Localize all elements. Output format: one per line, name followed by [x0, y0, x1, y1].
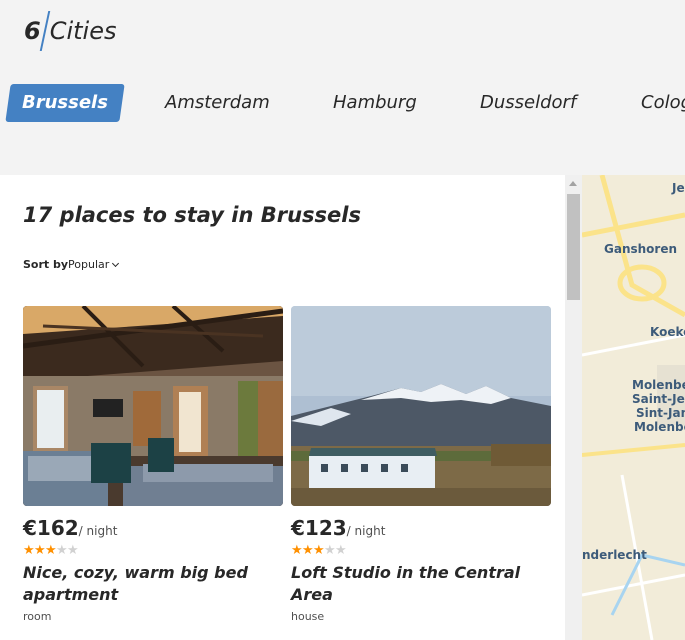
- star-icon: ★: [291, 543, 303, 558]
- price-row: €123/ night: [291, 516, 551, 540]
- tab-hamburg[interactable]: Hamburg: [333, 84, 417, 122]
- sort-control[interactable]: Sort byPopular: [23, 258, 120, 271]
- price-row: €162/ night: [23, 516, 283, 540]
- place-image[interactable]: [291, 306, 551, 506]
- star-icon: ★: [324, 543, 336, 558]
- map-label: Molenbe: [632, 378, 685, 392]
- chevron-down-icon: [112, 259, 120, 268]
- star-icon: ★: [34, 543, 46, 558]
- star-icon: ★: [335, 543, 347, 558]
- tab-amsterdam[interactable]: Amsterdam: [165, 84, 270, 122]
- star-icon: ★: [313, 543, 325, 558]
- rating-stars: ★★★★★: [23, 544, 283, 558]
- places-title: 17 places to stay in Brussels: [23, 203, 361, 227]
- star-icon: ★: [56, 543, 68, 558]
- star-icon: ★: [302, 543, 314, 558]
- map-label: Saint-Je: [632, 392, 685, 406]
- place-title[interactable]: Loft Studio in the Central Area: [291, 562, 551, 606]
- scroll-up-arrow-icon[interactable]: [569, 181, 577, 186]
- star-icon: ★: [45, 543, 57, 558]
- sort-label: Sort by: [23, 258, 69, 271]
- map-label: Sint-Jan: [636, 406, 685, 420]
- places-list: 17 places to stay in Brussels Sort byPop…: [0, 175, 565, 640]
- map-label: Ganshoren: [604, 242, 678, 256]
- city-map[interactable]: Je Ganshoren Koeke Molenbe Saint-Je Sint…: [582, 175, 685, 640]
- map-label: Koeke: [650, 325, 685, 339]
- place-type: house: [291, 610, 325, 623]
- place-title[interactable]: Nice, cozy, warm big bed apartment: [23, 562, 283, 606]
- tab-dusseldorf[interactable]: Dusseldorf: [480, 84, 576, 122]
- logo-link[interactable]: 6 Cities: [24, 11, 117, 51]
- map-label: Molenbe: [634, 420, 685, 434]
- logo-number: 6: [24, 17, 41, 45]
- scroll-thumb[interactable]: [567, 194, 580, 300]
- star-icon: ★: [67, 543, 79, 558]
- city-tabs: Brussels Amsterdam Hamburg Dusseldorf Co…: [0, 84, 685, 122]
- sort-value[interactable]: Popular: [68, 258, 109, 271]
- header: 6 Cities Brussels Amsterdam Hamburg Duss…: [0, 0, 685, 175]
- rating-stars: ★★★★★: [291, 544, 551, 558]
- tab-brussels[interactable]: Brussels: [5, 84, 125, 122]
- price-value: €123: [291, 516, 347, 540]
- place-image[interactable]: [23, 306, 283, 506]
- logo-divider: [39, 11, 50, 51]
- logo-word: Cities: [49, 17, 117, 45]
- price-value: €162: [23, 516, 79, 540]
- place-type: room: [23, 610, 52, 623]
- map-label: nderlecht: [582, 548, 647, 562]
- place-card[interactable]: €123/ night ★★★★★ Loft Studio in the Cen…: [291, 306, 551, 623]
- map-label: Je: [672, 181, 685, 195]
- tab-cologne[interactable]: Colog: [641, 84, 685, 122]
- star-icon: ★: [23, 543, 35, 558]
- place-card[interactable]: €162/ night ★★★★★ Nice, cozy, warm big b…: [23, 306, 283, 623]
- price-period: / night: [346, 524, 386, 538]
- scrollbar[interactable]: [565, 175, 582, 640]
- price-period: / night: [78, 524, 118, 538]
